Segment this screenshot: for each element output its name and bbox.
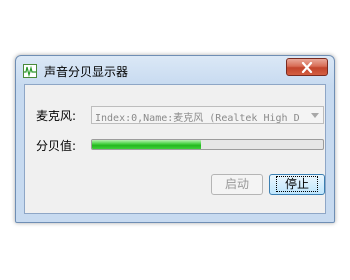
mic-label: 麦克风:: [36, 109, 77, 123]
mic-select-value: Index:0,Name:麦克风 (Realtek High D: [95, 113, 300, 124]
dialog-body: 麦克风: Index:0,Name:麦克风 (Realtek High D 分贝…: [24, 84, 326, 214]
stop-button[interactable]: 停止: [269, 174, 325, 195]
dialog-window: 声音分贝显示器 麦克风: Index:0,Name:麦克风 (Realtek H…: [15, 55, 335, 223]
decibel-label: 分贝值:: [36, 139, 77, 153]
decibel-meter: [91, 139, 324, 150]
window-title: 声音分贝显示器: [44, 65, 129, 79]
decibel-meter-fill: [92, 140, 201, 149]
chevron-down-icon: [311, 113, 319, 118]
title-bar[interactable]: 声音分贝显示器: [16, 56, 334, 84]
stop-button-label: 停止: [275, 176, 318, 192]
waveform-icon: [23, 64, 37, 78]
close-button[interactable]: [286, 58, 328, 76]
close-icon: [301, 62, 313, 73]
mic-select[interactable]: Index:0,Name:麦克风 (Realtek High D: [91, 106, 324, 124]
start-button[interactable]: 启动: [211, 174, 263, 195]
